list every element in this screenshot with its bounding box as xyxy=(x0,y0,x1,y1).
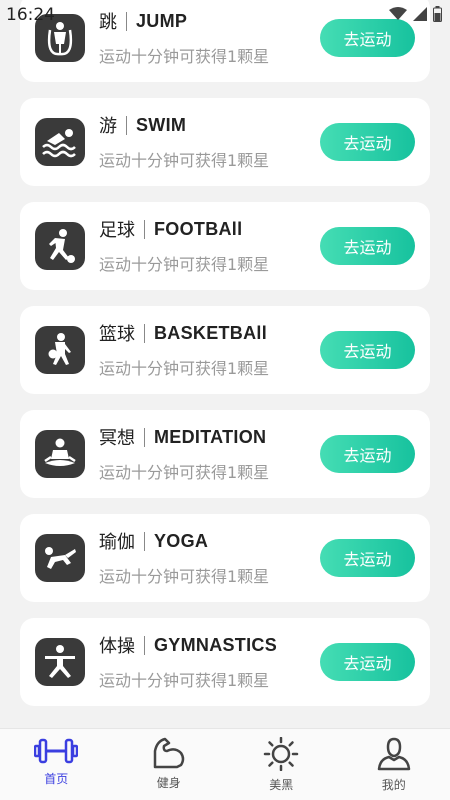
sport-card-football: 足球 FOOTBAll 运动十分钟可获得1颗星 去运动 xyxy=(20,202,430,290)
sport-reward-text: 运动十分钟可获得1颗星 xyxy=(99,671,270,690)
tab-tanning[interactable]: 美黑 xyxy=(225,729,338,800)
sun-icon xyxy=(264,737,299,771)
status-bar: 16:24 xyxy=(0,0,450,28)
go-exercise-button[interactable]: 去运动 xyxy=(320,331,415,369)
go-exercise-button[interactable]: 去运动 xyxy=(320,435,415,473)
sport-card-meditation: 冥想 MEDITATION 运动十分钟可获得1颗星 去运动 xyxy=(20,410,430,498)
title-divider xyxy=(144,219,145,239)
signal-icon xyxy=(413,7,427,21)
sport-reward-text: 运动十分钟可获得1颗星 xyxy=(99,359,270,378)
sport-card-basketball: 篮球 BASKETBAll 运动十分钟可获得1颗星 去运动 xyxy=(20,306,430,394)
sport-reward-text: 运动十分钟可获得1颗星 xyxy=(99,151,270,170)
sport-reward-text: 运动十分钟可获得1颗星 xyxy=(99,567,270,586)
sport-reward-text: 运动十分钟可获得1颗星 xyxy=(99,463,270,482)
tab-label: 我的 xyxy=(381,778,406,792)
tab-profile[interactable]: 我的 xyxy=(338,729,450,800)
sport-card-swim: 游 SWIM 运动十分钟可获得1颗星 去运动 xyxy=(20,98,430,186)
go-exercise-button[interactable]: 去运动 xyxy=(320,123,415,161)
tab-label: 健身 xyxy=(156,776,181,790)
tab-label: 首页 xyxy=(44,772,69,786)
title-divider xyxy=(144,635,145,655)
title-divider xyxy=(126,115,127,135)
sport-title-en: MEDITATION xyxy=(154,426,267,447)
basketball-icon xyxy=(35,326,85,374)
sport-card-yoga: 瑜伽 YOGA 运动十分钟可获得1颗星 去运动 xyxy=(20,514,430,602)
football-icon xyxy=(35,222,85,270)
sport-title-cn: 体操 xyxy=(99,636,135,657)
title-divider xyxy=(144,531,145,551)
sport-title-cn: 篮球 xyxy=(99,324,135,345)
tab-label: 美黑 xyxy=(269,778,294,792)
tab-fitness[interactable]: 健身 xyxy=(113,729,226,800)
go-exercise-button[interactable]: 去运动 xyxy=(320,539,415,577)
go-exercise-button[interactable]: 去运动 xyxy=(320,643,415,681)
tab-home[interactable]: 首页 xyxy=(0,729,113,800)
yoga-icon xyxy=(35,534,85,582)
battery-icon xyxy=(433,6,442,22)
muscle-arm-icon xyxy=(153,737,184,769)
status-icons xyxy=(389,6,442,22)
status-time: 16:24 xyxy=(6,5,55,25)
sport-title-en: BASKETBAll xyxy=(154,322,268,343)
gymnastics-icon xyxy=(35,638,85,686)
sport-title-cn: 冥想 xyxy=(99,428,135,449)
sport-title-en: GYMNASTICS xyxy=(154,634,278,655)
dumbbell-icon xyxy=(34,738,79,764)
sport-title-cn: 瑜伽 xyxy=(99,532,135,553)
sport-reward-text: 运动十分钟可获得1颗星 xyxy=(99,47,270,66)
sport-title-en: YOGA xyxy=(154,530,209,551)
sport-title-cn: 足球 xyxy=(99,220,135,241)
meditation-icon xyxy=(35,430,85,478)
sport-title-en: FOOTBAll xyxy=(154,218,243,239)
go-exercise-button[interactable]: 去运动 xyxy=(320,227,415,265)
user-icon xyxy=(377,737,410,771)
title-divider xyxy=(144,323,145,343)
sport-reward-text: 运动十分钟可获得1颗星 xyxy=(99,255,270,274)
bottom-tab-bar: 首页 健身 美黑 我的 xyxy=(0,728,450,800)
sport-title-cn: 游 xyxy=(99,116,117,137)
swim-icon xyxy=(35,118,85,166)
wifi-icon xyxy=(389,7,407,20)
title-divider xyxy=(144,427,145,447)
sport-title-en: SWIM xyxy=(136,114,187,135)
sport-card-gymnastics: 体操 GYMNASTICS 运动十分钟可获得1颗星 去运动 xyxy=(20,618,430,706)
